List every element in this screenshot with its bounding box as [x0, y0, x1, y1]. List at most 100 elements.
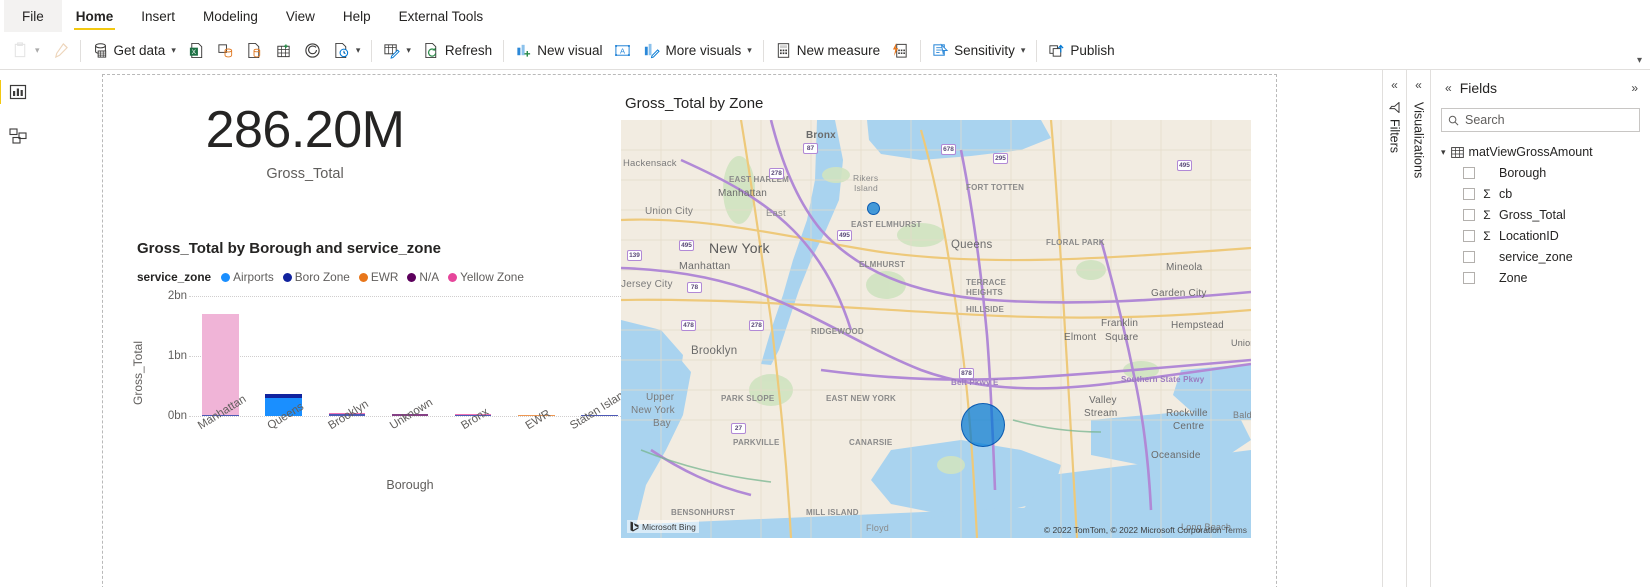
- bar-chart-visual[interactable]: Gross_Total by Borough and service_zone …: [131, 240, 632, 585]
- map-route-shield: 495: [679, 240, 694, 251]
- filters-expand-icon[interactable]: «: [1391, 78, 1398, 92]
- chevron-down-icon[interactable]: ▾: [35, 46, 40, 55]
- zone-bubble-jfk[interactable]: [961, 403, 1005, 447]
- chevron-down-icon[interactable]: ▾: [356, 46, 361, 55]
- kpi-card-visual[interactable]: 286.20M Gross_Total: [145, 103, 465, 182]
- chevron-down-icon[interactable]: ▾: [171, 46, 176, 55]
- map-route-shield: 495: [1177, 160, 1192, 171]
- field-item-borough[interactable]: Borough: [1441, 166, 1640, 180]
- bar-slot[interactable]: [505, 296, 568, 416]
- format-painter-button: [46, 36, 75, 66]
- ribbon-tab-modeling[interactable]: Modeling: [189, 0, 272, 32]
- visualizations-expand-icon[interactable]: «: [1415, 78, 1422, 92]
- field-checkbox[interactable]: [1463, 209, 1475, 221]
- chevron-down-icon[interactable]: ▾: [747, 46, 752, 55]
- data-hub-button[interactable]: [211, 36, 240, 66]
- map-label: Bay: [653, 418, 671, 429]
- get-data-button[interactable]: Get data ▾: [86, 36, 182, 66]
- report-page[interactable]: 286.20M Gross_Total Gross_Total by Borou…: [102, 74, 1277, 587]
- bar-slot[interactable]: [252, 296, 315, 416]
- home-ribbon-toolbar: ▾ Get data ▾ X ▾ ▾ Refresh New visual A More visu…: [0, 32, 1650, 70]
- collapse-ribbon-icon[interactable]: ▾: [1637, 55, 1642, 66]
- visualizations-pane-label: Visualizations: [1411, 102, 1426, 179]
- bar-chart-title: Gross_Total by Borough and service_zone: [137, 240, 441, 257]
- ribbon-tab-file[interactable]: File: [4, 0, 62, 32]
- fields-search-placeholder[interactable]: Search: [1465, 113, 1505, 127]
- zone-bubble-laguardia[interactable]: [866, 201, 880, 215]
- bar-slot[interactable]: [378, 296, 441, 416]
- legend-item-boro-zone[interactable]: Boro Zone: [282, 270, 350, 284]
- more-visuals-button-label: More visuals: [665, 43, 742, 58]
- legend-item-ewr[interactable]: EWR: [358, 270, 398, 284]
- map-label: Bald: [1233, 410, 1251, 420]
- model-view-button[interactable]: [4, 122, 32, 150]
- ribbon-tab-external-tools[interactable]: External Tools: [385, 0, 498, 32]
- dataverse-icon: [304, 42, 321, 59]
- text-box-button[interactable]: A: [608, 36, 637, 66]
- sqlserver-icon: [246, 42, 263, 59]
- map-label: Rikers: [853, 173, 879, 183]
- field-item-zone[interactable]: Zone: [1441, 271, 1640, 285]
- map-route-shield: 27: [731, 423, 746, 434]
- legend-item-yellow-zone[interactable]: Yellow Zone: [448, 270, 524, 284]
- report-view-icon: [9, 84, 27, 100]
- dataverse-button[interactable]: [298, 36, 327, 66]
- new-visual-button[interactable]: New visual: [509, 36, 608, 66]
- chevron-down-icon[interactable]: ▾: [1441, 147, 1446, 158]
- legend-item-n-a[interactable]: N/A: [407, 270, 439, 284]
- map-frame[interactable]: Bronx Hackensack EAST HARLEM Rikers Island FO…: [621, 120, 1251, 538]
- field-checkbox[interactable]: [1463, 230, 1475, 242]
- field-item-locationid[interactable]: Σ LocationID: [1441, 229, 1640, 243]
- recent-sources-button[interactable]: ▾: [327, 36, 367, 66]
- ribbon-tab-home[interactable]: Home: [62, 0, 128, 32]
- bar-slot[interactable]: [315, 296, 378, 416]
- field-checkbox[interactable]: [1463, 272, 1475, 284]
- fields-expand-icon[interactable]: »: [1631, 81, 1638, 95]
- refresh-button[interactable]: Refresh: [417, 36, 498, 66]
- field-checkbox[interactable]: [1463, 167, 1475, 179]
- fields-pane-title: Fields: [1459, 80, 1498, 96]
- quick-measure-button[interactable]: [886, 36, 915, 66]
- more-visuals-button[interactable]: More visuals ▾: [637, 36, 757, 66]
- ribbon-tab-view[interactable]: View: [272, 0, 329, 32]
- map-route-shield: 139: [627, 250, 642, 261]
- visualizations-pane-collapsed[interactable]: « Visualizations: [1406, 70, 1430, 587]
- legend-item-airports[interactable]: Airports: [221, 270, 274, 284]
- bing-logo[interactable]: Microsoft Bing: [627, 520, 699, 533]
- ribbon-tab-help[interactable]: Help: [329, 0, 385, 32]
- chevron-down-icon[interactable]: ▾: [1021, 46, 1026, 55]
- enter-data-button[interactable]: [269, 36, 298, 66]
- field-item-cb[interactable]: Σcb: [1441, 187, 1640, 201]
- field-checkbox[interactable]: [1463, 251, 1475, 263]
- model-view-icon: [9, 128, 27, 144]
- field-item-gross-total[interactable]: Σ Gross_Total: [1441, 208, 1640, 222]
- report-view-button[interactable]: [0, 78, 32, 106]
- map-terms-link[interactable]: Terms: [1224, 525, 1247, 535]
- new-measure-button[interactable]: New measure: [769, 36, 886, 66]
- filters-pane-collapsed[interactable]: « Filters: [1382, 70, 1406, 587]
- chevron-down-icon[interactable]: ▾: [406, 46, 411, 55]
- transform-data-button[interactable]: ▾: [377, 36, 417, 66]
- map-visual[interactable]: Gross_Total by Zone Bronx Hackensack EAS…: [621, 95, 1253, 538]
- sql-server-button[interactable]: [240, 36, 269, 66]
- svg-text:X: X: [192, 49, 197, 56]
- field-item-service-zone[interactable]: service_zone: [1441, 250, 1640, 264]
- fields-search-box[interactable]: Search: [1441, 108, 1640, 132]
- map-label: RIDGEWOOD: [811, 327, 864, 336]
- map-label: Floyd: [866, 523, 890, 533]
- report-canvas[interactable]: 286.20M Gross_Total Gross_Total by Borou…: [36, 70, 1382, 587]
- field-checkbox[interactable]: [1463, 188, 1475, 200]
- fields-table-node[interactable]: ▾ matViewGrossAmount: [1441, 145, 1640, 159]
- fields-collapse-icon[interactable]: «: [1445, 81, 1452, 95]
- bar-slot[interactable]: [442, 296, 505, 416]
- sensitivity-button[interactable]: Sensitivity ▾: [926, 36, 1031, 66]
- legend-label: Airports: [233, 270, 274, 284]
- ribbon-tab-insert[interactable]: Insert: [127, 0, 189, 32]
- clipboard-icon: [12, 42, 29, 59]
- field-label: service_zone: [1499, 250, 1573, 264]
- toolbar-separator: [762, 39, 764, 62]
- publish-button[interactable]: Publish: [1042, 36, 1120, 66]
- map-label: PARK SLOPE: [721, 394, 775, 403]
- map-route-shield: 478: [681, 320, 696, 331]
- excel-workbook-button[interactable]: X: [182, 36, 211, 66]
